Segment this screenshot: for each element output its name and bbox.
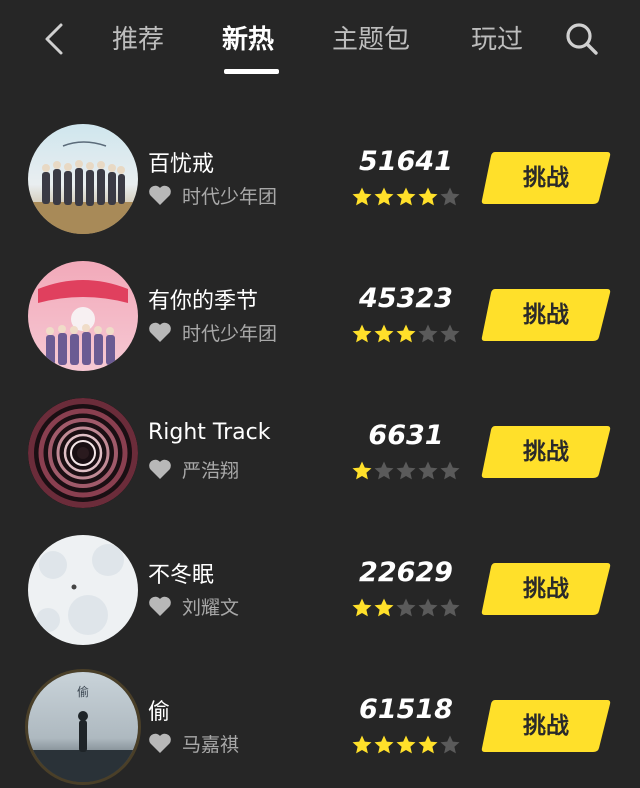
star-filled-icon — [352, 598, 372, 617]
star-empty-icon — [396, 598, 416, 617]
star-filled-icon — [418, 735, 438, 754]
song-row[interactable]: 偷 偷 马嘉祺 61518 挑战 — [0, 658, 640, 788]
tab-played[interactable]: 玩过 — [471, 18, 523, 62]
score: 22629 — [359, 557, 453, 588]
star-empty-icon — [374, 461, 394, 480]
challenge-button[interactable]: 挑战 — [481, 561, 611, 617]
album-cover[interactable]: 偷 — [28, 672, 138, 782]
challenge-button-label: 挑战 — [523, 302, 569, 328]
star-filled-icon — [418, 187, 438, 206]
heart-icon[interactable] — [148, 184, 172, 206]
challenge-button[interactable]: 挑战 — [481, 287, 611, 343]
challenge-button-label: 挑战 — [523, 439, 569, 465]
album-cover[interactable] — [28, 398, 138, 508]
star-empty-icon — [440, 598, 460, 617]
album-cover[interactable] — [28, 124, 138, 234]
artist-name: 时代少年团 — [182, 186, 278, 208]
song-title: 百忧戒 — [148, 152, 215, 177]
star-empty-icon — [418, 598, 438, 617]
star-filled-icon — [352, 735, 372, 754]
album-cover[interactable] — [28, 535, 138, 645]
challenge-button[interactable]: 挑战 — [481, 424, 611, 480]
heart-icon[interactable] — [148, 458, 172, 480]
star-empty-icon — [440, 735, 460, 754]
star-filled-icon — [374, 598, 394, 617]
song-row[interactable]: Right Track 严浩翔 6631 挑战 — [0, 384, 640, 521]
tab-recommended[interactable]: 推荐 — [112, 18, 164, 62]
artist-name: 严浩翔 — [182, 460, 240, 482]
star-filled-icon — [396, 187, 416, 206]
tab-new-hot[interactable]: 新热 — [222, 18, 274, 62]
chevron-left-icon — [45, 23, 63, 55]
score: 61518 — [359, 694, 453, 725]
star-filled-icon — [352, 324, 372, 343]
star-filled-icon — [396, 735, 416, 754]
artist-name: 马嘉祺 — [182, 734, 240, 756]
star-empty-icon — [418, 324, 438, 343]
star-rating — [351, 597, 461, 619]
star-filled-icon — [374, 735, 394, 754]
artist-name: 时代少年团 — [182, 323, 278, 345]
score: 51641 — [359, 146, 453, 177]
album-cover[interactable] — [28, 261, 138, 371]
search-icon — [566, 23, 598, 55]
heart-icon[interactable] — [148, 595, 172, 617]
heart-icon[interactable] — [148, 732, 172, 754]
star-filled-icon — [396, 324, 416, 343]
song-title: Right Track — [148, 420, 271, 445]
star-empty-icon — [440, 187, 460, 206]
star-filled-icon — [374, 187, 394, 206]
top-nav-bar: 推荐 新热 主题包 玩过 — [0, 0, 640, 80]
song-row[interactable]: 不冬眠 刘耀文 22629 挑战 — [0, 521, 640, 658]
song-title: 不冬眠 — [148, 563, 215, 588]
challenge-button-label: 挑战 — [523, 713, 569, 739]
star-empty-icon — [440, 461, 460, 480]
star-rating — [351, 460, 461, 482]
star-empty-icon — [396, 461, 416, 480]
song-row[interactable]: 有你的季节 时代少年团 45323 挑战 — [0, 247, 640, 384]
star-empty-icon — [418, 461, 438, 480]
star-rating — [351, 323, 461, 345]
star-filled-icon — [352, 461, 372, 480]
search-button[interactable] — [562, 18, 602, 60]
artist-name: 刘耀文 — [182, 597, 240, 619]
score: 6631 — [368, 420, 444, 451]
star-rating — [351, 734, 461, 756]
star-empty-icon — [440, 324, 460, 343]
song-row[interactable]: 百忧戒 时代少年团 51641 挑战 — [0, 110, 640, 247]
star-rating — [351, 186, 461, 208]
song-title: 偷 — [148, 700, 171, 725]
challenge-button[interactable]: 挑战 — [481, 698, 611, 754]
song-title: 有你的季节 — [148, 289, 259, 314]
heart-icon[interactable] — [148, 321, 172, 343]
svg-text:偷: 偷 — [77, 684, 89, 699]
back-button[interactable] — [36, 18, 72, 60]
score: 45323 — [359, 283, 453, 314]
active-tab-indicator — [224, 69, 279, 74]
challenge-button[interactable]: 挑战 — [481, 150, 611, 206]
star-filled-icon — [352, 187, 372, 206]
challenge-button-label: 挑战 — [523, 576, 569, 602]
star-filled-icon — [374, 324, 394, 343]
tab-theme-pack[interactable]: 主题包 — [332, 18, 410, 62]
challenge-button-label: 挑战 — [523, 165, 569, 191]
